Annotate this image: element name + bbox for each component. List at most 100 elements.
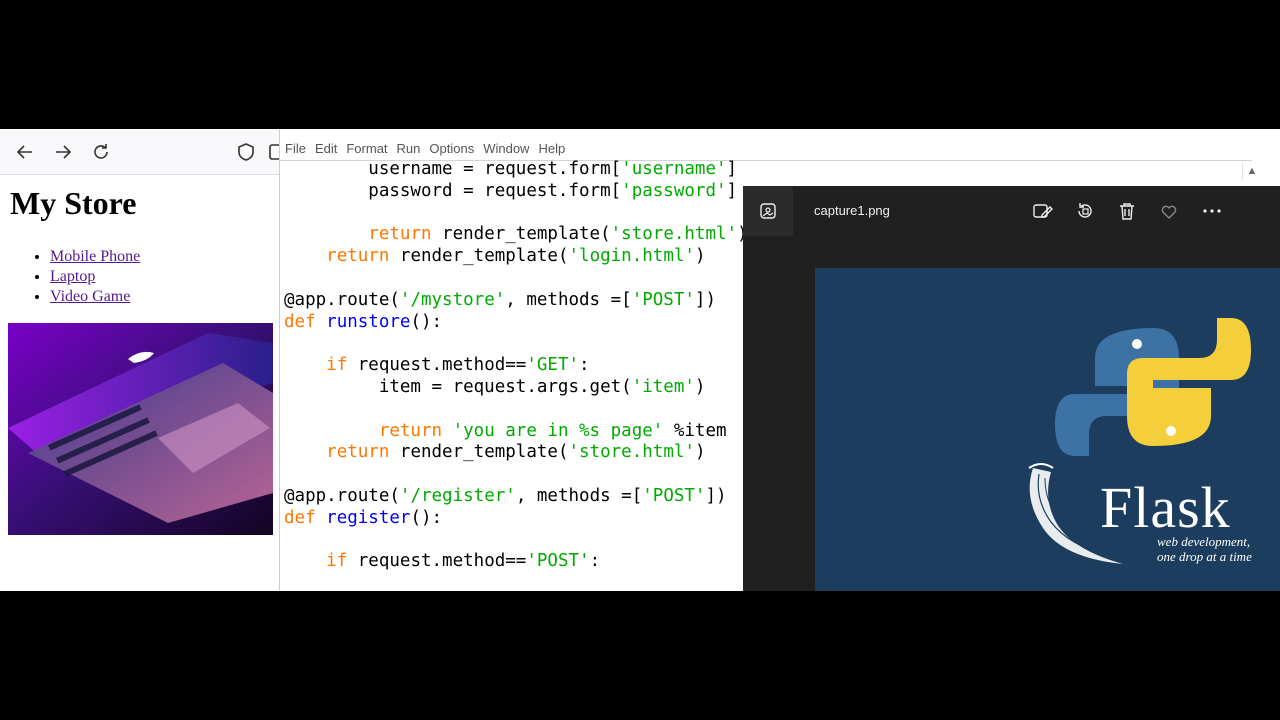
browser-window: My Store Mobile Phone Laptop Video Game: [0, 129, 280, 591]
menu-options[interactable]: Options: [429, 139, 474, 159]
more-icon[interactable]: [1201, 200, 1223, 222]
code-line: username = request.form['username']: [284, 159, 748, 181]
code-token: ): [694, 442, 706, 463]
product-link-video-game[interactable]: Video Game: [50, 288, 130, 305]
code-token: return: [326, 246, 390, 267]
code-line: if request.method=='POST':: [284, 551, 748, 573]
code-line: return render_template('store.html'): [284, 224, 747, 246]
favorite-icon[interactable]: [1158, 200, 1180, 222]
code-token: item = request.args.get(: [284, 376, 632, 397]
page-title: My Store: [10, 185, 137, 221]
code-token: 'POST': [642, 485, 706, 506]
code-area[interactable]: username = request.form['username'] pass…: [284, 159, 748, 573]
code-token: 'you are in %s page': [452, 420, 664, 441]
code-line: def register():: [284, 508, 748, 530]
menu-file[interactable]: File: [285, 139, 306, 159]
code-token: @app.route(: [284, 289, 400, 310]
code-token: if: [326, 551, 348, 572]
reload-icon[interactable]: [90, 141, 112, 163]
code-token: return: [378, 420, 443, 441]
menu-window[interactable]: Window: [483, 139, 529, 159]
code-token: request.method==: [347, 355, 527, 376]
code-token: def: [284, 311, 316, 332]
code-token: 'item': [631, 376, 695, 397]
browser-toolbar: [0, 129, 280, 175]
code-token: ]): [694, 289, 716, 310]
code-token: 'password': [621, 180, 727, 201]
photos-toolbar: capture1.png: [743, 186, 1280, 236]
code-line: return render_template('login.html'): [284, 246, 748, 268]
product-link-laptop[interactable]: Laptop: [50, 268, 95, 285]
code-token: render_template(: [389, 246, 569, 267]
code-token: return: [368, 224, 432, 245]
page-icon[interactable]: [266, 141, 280, 163]
menu-bar: File Edit Format Run Options Window Help: [280, 139, 1260, 159]
code-token: 'login.html': [568, 246, 695, 267]
code-token: username = request.form[: [284, 159, 622, 179]
flask-logo-image: Flask web development, one drop at a tim…: [815, 268, 1280, 591]
scroll-up-arrow-icon[interactable]: ▲: [1242, 162, 1261, 180]
code-token: ): [694, 376, 706, 397]
code-token: %item: [663, 420, 727, 441]
code-line: return render_template('store.html'): [284, 442, 748, 464]
laptop-image: [8, 323, 273, 535]
code-token: request.method==: [347, 551, 527, 572]
code-token: :: [579, 355, 590, 376]
code-token: , methods =[: [515, 485, 643, 506]
code-token: runstore: [326, 311, 411, 332]
code-token: register: [326, 507, 411, 528]
flask-tagline-2: one drop at a time: [1157, 549, 1252, 564]
menu-edit[interactable]: Edit: [315, 139, 337, 159]
code-token: return: [326, 442, 390, 463]
shield-icon[interactable]: [235, 141, 257, 163]
menu-help[interactable]: Help: [538, 139, 565, 159]
photos-viewer-window: capture1.png Flask web development, one …: [743, 186, 1280, 591]
product-link-mobile-phone[interactable]: Mobile Phone: [50, 248, 140, 265]
menu-format[interactable]: Format: [346, 139, 387, 159]
edit-image-icon[interactable]: [1031, 200, 1053, 222]
gallery-button[interactable]: [743, 186, 793, 236]
code-token: ): [694, 246, 706, 267]
forward-arrow-icon[interactable]: [52, 141, 74, 163]
code-token: render_template(: [389, 442, 569, 463]
code-token: 'username': [621, 159, 727, 179]
code-token: password = request.form[: [284, 180, 622, 201]
code-token: '/mystore': [399, 289, 506, 310]
code-token: :: [589, 551, 601, 572]
code-line: @app.route('/register', methods =['POST'…: [284, 486, 748, 508]
delete-icon[interactable]: [1116, 200, 1138, 222]
back-arrow-icon[interactable]: [14, 141, 36, 163]
list-item: Laptop: [50, 267, 140, 287]
code-token: @app.route(: [284, 485, 400, 506]
code-token: '/register': [399, 485, 516, 506]
code-token: render_template(: [431, 224, 611, 245]
list-item: Mobile Phone: [50, 247, 140, 267]
flask-wordmark: Flask: [1100, 475, 1231, 540]
title-bar: [280, 129, 1280, 137]
code-line: password = request.form['password']: [284, 181, 748, 203]
code-token: 'store.html': [568, 442, 695, 463]
code-token: if: [326, 355, 348, 376]
code-token: 'store.html': [610, 224, 738, 245]
code-token: ]: [726, 180, 738, 201]
code-token: 'GET': [526, 355, 580, 376]
code-token: 'POST': [631, 289, 695, 310]
code-token: ]): [705, 485, 727, 506]
code-token: ():: [410, 507, 443, 528]
rotate-icon[interactable]: [1074, 200, 1096, 222]
code-token: ]: [726, 159, 738, 179]
menu-run[interactable]: Run: [397, 139, 421, 159]
